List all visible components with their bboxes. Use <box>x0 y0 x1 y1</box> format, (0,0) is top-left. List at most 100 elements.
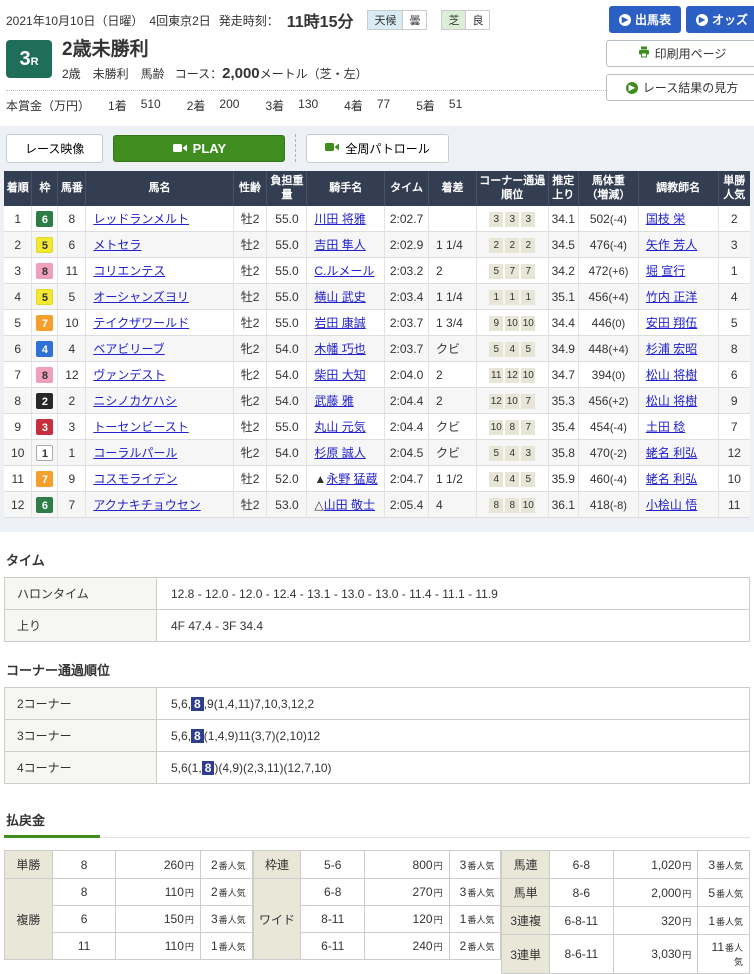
odds-button[interactable]: ▶ オッズ <box>685 6 754 33</box>
trainer-link[interactable]: 土田 稔 <box>646 420 685 434</box>
horse-name-link[interactable]: レッドランメルト <box>93 212 189 226</box>
prize-money-row: 本賞金（万円） 1着 510 2着 200 3着 130 4着 77 5着 51 <box>6 89 606 122</box>
payout-amount-cell: 3,030円 <box>612 934 699 974</box>
play-button-label: PLAY <box>192 140 227 156</box>
horse-name-cell: テイクザワールド <box>85 309 234 337</box>
horse-name-link[interactable]: ベアビリーブ <box>93 342 164 356</box>
win-popularity: 4 <box>718 283 750 311</box>
horse-name-link[interactable]: アクナキチョウセン <box>93 498 200 512</box>
jockey-link[interactable]: 山田 敬士 <box>324 498 375 512</box>
weather-badge: 天候 曇 <box>367 10 428 30</box>
horse-name-link[interactable]: テイクザワールド <box>93 316 189 330</box>
frame-badge: 2 <box>36 392 54 409</box>
sex-age: 牡2 <box>233 283 268 311</box>
finish-position: 2 <box>4 231 33 259</box>
horse-number: 4 <box>57 335 87 363</box>
horse-name-link[interactable]: トーセンビースト <box>93 420 188 434</box>
horse-name-link[interactable]: コーラルパール <box>93 446 177 460</box>
horse-number: 3 <box>57 413 87 441</box>
horse-name-link[interactable]: ヴァンデスト <box>93 368 165 382</box>
frame-badge: 7 <box>36 470 54 487</box>
horse-name-link[interactable]: コリエンテス <box>93 264 165 278</box>
jockey-link[interactable]: 丸山 元気 <box>314 420 365 434</box>
trainer-link[interactable]: 竹内 正洋 <box>646 290 697 304</box>
finish-position: 7 <box>4 361 33 389</box>
jockey-link[interactable]: 武藤 雅 <box>314 394 353 408</box>
result-row: 8 2 2 ニシノカケハシ 牝2 54.0 武藤 雅 2:04.4 2 12 10 7 35.3 456(… <box>4 387 750 415</box>
horse-name-link[interactable]: オーシャンズヨリ <box>93 290 189 304</box>
prize-item: 5着 51 <box>416 97 462 114</box>
furlong-time-value: 12.8 - 12.0 - 12.0 - 12.4 - 13.1 - 13.0 … <box>156 577 750 611</box>
corner-positions-cell: 11 12 10 <box>476 361 549 389</box>
jockey-link[interactable]: C.ルメール <box>314 264 374 278</box>
horse-name-link[interactable]: ニシノカケハシ <box>93 394 177 408</box>
horse-name-link[interactable]: メトセラ <box>93 238 141 252</box>
margin: クビ <box>428 335 477 363</box>
horse-number: 12 <box>57 361 87 389</box>
jockey-link[interactable]: 木幡 巧也 <box>314 342 365 356</box>
popularity-unit: 番人気 <box>467 860 495 871</box>
horse-weight-diff: (+4) <box>608 343 629 356</box>
horse-weight-diff: (-4) <box>609 239 627 252</box>
popularity-unit: 番人気 <box>716 916 744 927</box>
trainer-link[interactable]: 堀 宣行 <box>646 264 685 278</box>
print-page-button[interactable]: 印刷用ページ <box>606 40 754 67</box>
horse-weight-cell: 456(+4) <box>578 283 639 311</box>
yen-unit: 円 <box>682 916 692 927</box>
jockey-link[interactable]: 川田 将雅 <box>314 212 365 226</box>
trainer-cell: 蛯名 利弘 <box>638 439 719 467</box>
frame-cell: 8 <box>31 257 59 285</box>
frame-cell: 8 <box>31 361 59 389</box>
table-row: 上り 4F 47.4 - 3F 34.4 <box>4 609 750 643</box>
horse-number: 6 <box>57 231 87 259</box>
trainer-link[interactable]: 蛯名 利弘 <box>646 446 697 460</box>
payout-title: 払戻金 <box>6 813 46 829</box>
margin: 4 <box>428 491 477 519</box>
trainer-link[interactable]: 杉浦 宏昭 <box>646 342 697 356</box>
horse-weight-cell: 454(-4) <box>578 413 639 441</box>
race-video-button[interactable]: レース映像 <box>6 133 104 163</box>
arrow-circle-icon: ▶ <box>695 13 708 26</box>
jockey-link[interactable]: 永野 猛蔵 <box>326 472 377 486</box>
horse-number: 11 <box>57 257 87 285</box>
frame-cell: 4 <box>31 335 59 363</box>
column-header: 着差 <box>428 170 477 207</box>
payout-amount-cell: 120円 <box>364 905 450 934</box>
column-header: 馬名 <box>85 170 234 207</box>
camera-icon <box>172 141 187 156</box>
trainer-link[interactable]: 松山 将樹 <box>646 394 697 408</box>
jockey-link[interactable]: 吉田 隼人 <box>314 238 365 252</box>
horse-name-link[interactable]: コスモライデン <box>93 472 177 486</box>
trainer-link[interactable]: 矢作 芳人 <box>646 238 697 252</box>
frame-badge: 3 <box>36 418 54 435</box>
trainer-link[interactable]: 松山 将樹 <box>646 368 697 382</box>
result-guide-button[interactable]: ▶ レース結果の見方 <box>606 74 754 101</box>
horse-weight-diff: (-8) <box>609 499 627 512</box>
margin: 1 1/2 <box>428 465 477 493</box>
trainer-link[interactable]: 蛯名 利弘 <box>646 472 697 486</box>
corner-positions-cell: 12 10 7 <box>476 387 549 415</box>
jockey-link[interactable]: 柴田 大知 <box>314 368 365 382</box>
patrol-video-button[interactable]: 全周パトロール <box>306 133 449 163</box>
payout-amount: 240 <box>412 939 433 954</box>
yen-unit: 円 <box>433 860 443 871</box>
jockey-link[interactable]: 岩田 康誠 <box>314 316 365 330</box>
entries-button[interactable]: ▶ 出馬表 <box>608 6 681 33</box>
corner-table: 2コーナー 5,6, 8,9(1,4,11)7,10,3,12,2 3コーナー 5,6,… <box>4 687 750 785</box>
jockey-link[interactable]: 横山 武史 <box>314 290 365 304</box>
trainer-link[interactable]: 安田 翔伍 <box>646 316 697 330</box>
jockey-link[interactable]: 杉原 誠人 <box>314 446 365 460</box>
carried-weight: 55.0 <box>266 283 308 311</box>
trainer-link[interactable]: 国枝 栄 <box>646 212 685 226</box>
horse-number: 2 <box>57 387 87 415</box>
result-row: 6 4 4 ベアビリーブ 牝2 54.0 木幡 巧也 2:03.7 クビ 5 4 5 34.9 448(+… <box>4 335 750 363</box>
popularity-unit: 番人気 <box>218 888 246 899</box>
margin <box>428 206 477 233</box>
carried-weight: 54.0 <box>266 335 308 363</box>
trainer-link[interactable]: 小桧山 悟 <box>646 498 697 512</box>
corner-order-post: ,9(1,4,11)7,10,3,12,2 <box>203 696 315 711</box>
win-popularity: 1 <box>718 257 750 285</box>
play-button[interactable]: PLAY <box>113 134 286 162</box>
column-header: 調教師名 <box>638 170 719 207</box>
sex-age: 牝2 <box>233 335 268 363</box>
